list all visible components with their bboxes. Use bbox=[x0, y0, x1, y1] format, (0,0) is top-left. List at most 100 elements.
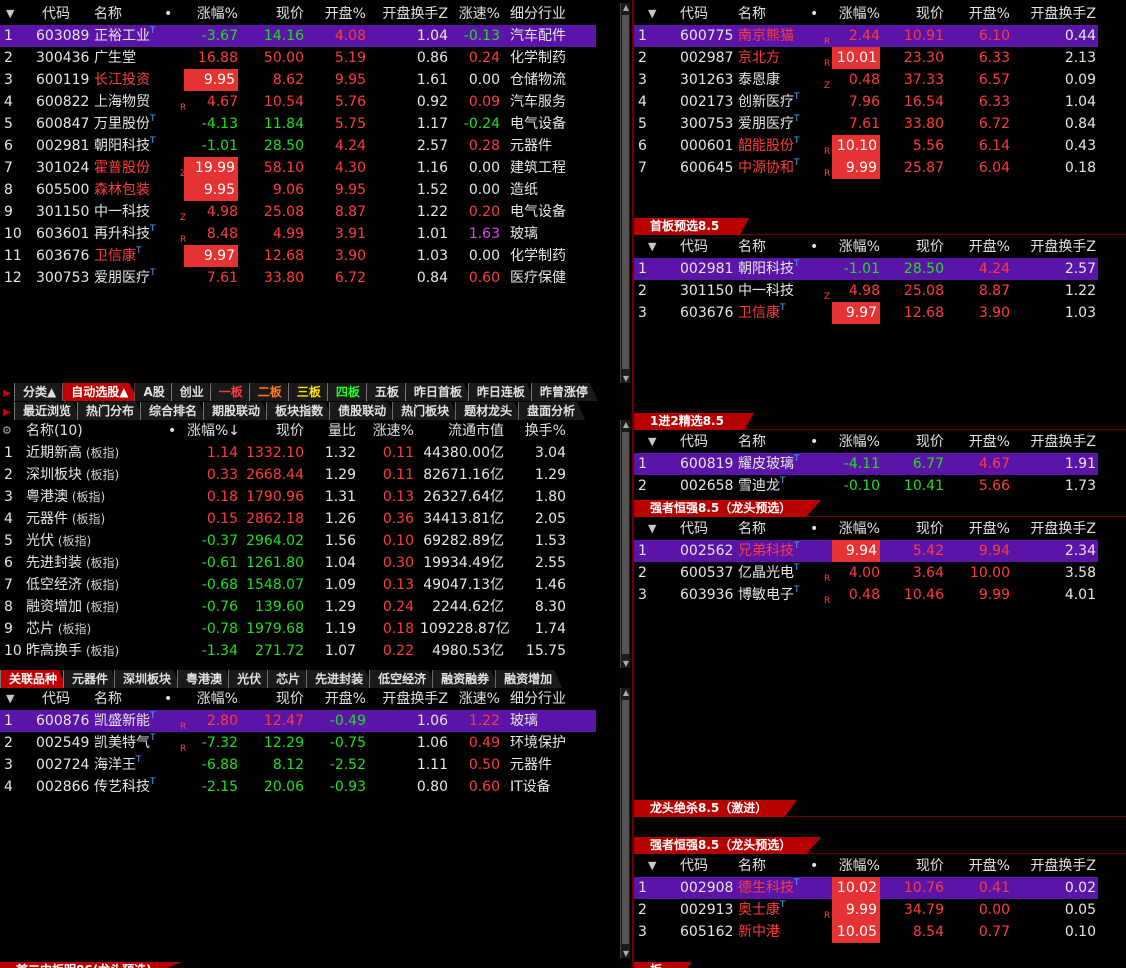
tab-7[interactable]: 低空经济 bbox=[369, 670, 437, 688]
scroll-up-arrow[interactable]: ▲ bbox=[621, 3, 631, 12]
table-row[interactable]: 8 605500 森林包装 9.95 9.06 9.95 1.52 0.00 造纸 bbox=[0, 179, 632, 201]
section-title[interactable]: 强者恒强8.5（龙头预选） bbox=[634, 500, 822, 517]
tab-1[interactable]: 自动选股▲ bbox=[62, 383, 139, 401]
table-row[interactable]: 6 002981 朝阳科技T -1.01 28.50 4.24 2.57 0.28 元器件 bbox=[0, 135, 632, 157]
table-row[interactable]: 4 002173 创新医疗T 7.96 16.54 6.33 1.04 bbox=[634, 91, 1126, 113]
board-row[interactable]: 7 低空经济 (板指) -0.68 1548.07 1.09 0.13 49047.13亿 1… bbox=[0, 574, 632, 596]
table-row[interactable]: 1 002981 朝阳科技T -1.01 28.50 4.24 2.57 bbox=[634, 258, 1098, 280]
tab-0[interactable]: 关联品种 bbox=[0, 670, 68, 688]
scroll-thumb[interactable] bbox=[622, 700, 629, 944]
tab-4[interactable]: 光伏 bbox=[228, 670, 272, 688]
tab-5[interactable]: 二板 bbox=[248, 383, 292, 401]
table-row[interactable]: 2 002549 凯美特气T R -7.32 12.29 -0.75 1.06 0.49 环境保护 bbox=[0, 732, 632, 754]
scroll-up-arrow[interactable]: ▲ bbox=[621, 688, 631, 697]
table-row[interactable]: 3 301263 泰恩康 Z 0.48 37.33 6.57 0.09 bbox=[634, 69, 1126, 91]
tab-2[interactable]: 综合排名 bbox=[140, 402, 208, 420]
tab-9[interactable]: 融资增加 bbox=[495, 670, 563, 688]
table-row[interactable]: 2 600537 亿晶光电T R 4.00 3.64 10.00 3.58 bbox=[634, 562, 1126, 584]
table-row[interactable]: 2 300436 广生堂 16.88 50.00 5.19 0.86 0.24 化学制药 bbox=[0, 47, 632, 69]
tab-0[interactable]: 最近浏览 bbox=[14, 402, 82, 420]
board-row[interactable]: 5 光伏 (板指) -0.37 2964.02 1.56 0.10 69282.89亿 1.5… bbox=[0, 530, 632, 552]
table-row[interactable]: 5 300753 爱朋医疗T 7.61 33.80 6.72 0.84 bbox=[634, 113, 1126, 135]
table-row[interactable]: 7 600645 中源协和T R 9.99 25.87 6.04 0.18 bbox=[634, 157, 1126, 179]
table-row[interactable]: 10 603601 再升科技T R 8.48 4.99 3.91 1.01 1.63 玻璃 bbox=[0, 223, 632, 245]
table-row[interactable]: 12 300753 爱朋医疗T 7.61 33.80 6.72 0.84 0.60 医疗保健 bbox=[0, 267, 632, 289]
board-row[interactable]: 3 粤港澳 (板指) 0.18 1790.96 1.31 0.13 26327.64亿 1.8… bbox=[0, 486, 632, 508]
tab-3[interactable]: 粤港澳 bbox=[177, 670, 233, 688]
tab-4[interactable]: 一板 bbox=[209, 383, 253, 401]
table-row[interactable]: 3 002724 海洋王T -6.88 8.12 -2.52 1.11 0.50 元器件 bbox=[0, 754, 632, 776]
board-row[interactable]: 6 先进封装 (板指) -0.61 1261.80 1.04 0.30 19934.49亿 2… bbox=[0, 552, 632, 574]
sort-triangle-icon[interactable]: ▼ bbox=[6, 3, 14, 25]
tab-3[interactable]: 创业 bbox=[170, 383, 214, 401]
related-scrollbar[interactable]: ▲ ▼ bbox=[620, 688, 630, 958]
tab-8[interactable]: 融资融券 bbox=[432, 670, 500, 688]
tab-10[interactable]: 昨日连板 bbox=[467, 383, 535, 401]
section-title[interactable]: 强者恒强8.5（龙头预选） bbox=[634, 837, 822, 854]
tab-6[interactable]: 先进封装 bbox=[306, 670, 374, 688]
scroll-up-arrow[interactable]: ▲ bbox=[621, 420, 631, 429]
table-row[interactable]: 2 002658 雪迪龙T -0.10 10.41 5.66 1.73 bbox=[634, 475, 1126, 497]
sort-triangle-icon[interactable]: ▼ bbox=[648, 431, 656, 453]
table-row[interactable]: 3 605162 新中港 10.05 8.54 0.77 0.10 bbox=[634, 921, 1126, 943]
tab-1[interactable]: 元器件 bbox=[63, 670, 119, 688]
tab-2[interactable]: A股 bbox=[134, 383, 175, 401]
tab-1[interactable]: 热门分布 bbox=[77, 402, 145, 420]
tab-4[interactable]: 板块指数 bbox=[266, 402, 334, 420]
table-row[interactable]: 6 000601 韶能股份T R 10.10 5.56 6.14 0.43 bbox=[634, 135, 1126, 157]
table-row[interactable]: 3 600119 长江投资 9.95 8.62 9.95 1.61 0.00 仓储物流 bbox=[0, 69, 632, 91]
tab-bar-secondary-play-icon[interactable]: ▶ bbox=[0, 404, 14, 420]
tab-5[interactable]: 债股联动 bbox=[329, 402, 397, 420]
tab-2[interactable]: 深圳板块 bbox=[114, 670, 182, 688]
board-row[interactable]: 9 芯片 (板指) -0.78 1979.68 1.19 0.18 109228.87亿 1.… bbox=[0, 618, 632, 640]
section-title[interactable]: 首板预选8.5 bbox=[634, 218, 750, 235]
table-row[interactable]: 3 603936 博敏电子T R 0.48 10.46 9.99 4.01 bbox=[634, 584, 1126, 606]
table-row[interactable]: 11 603676 卫信康T 9.97 12.68 3.90 1.03 0.00 化学制药 bbox=[0, 245, 632, 267]
table-row[interactable]: 9 301150 中一科技 Z 4.98 25.08 8.87 1.22 0.20 电气设备 bbox=[0, 201, 632, 223]
bottom-left-section-label[interactable]: 首二中板明86(龙头预选) bbox=[0, 962, 182, 968]
tab-0[interactable]: 分类▲ bbox=[14, 383, 67, 401]
board-row[interactable]: 10 昨高换手 (板指) -1.34 271.72 1.07 0.22 4980.53亿 15… bbox=[0, 640, 632, 662]
table-row[interactable]: 5 600847 万里股份T -4.13 11.84 5.75 1.17 -0.24 电气设备 bbox=[0, 113, 632, 135]
tab-8[interactable]: 盘面分析 bbox=[518, 402, 586, 420]
tab-11[interactable]: 昨曾涨停 bbox=[530, 383, 598, 401]
board-row[interactable]: 2 深圳板块 (板指) 0.33 2668.44 1.29 0.11 82671.16亿 1.… bbox=[0, 464, 632, 486]
board-row[interactable]: 1 近期新高 (板指) 1.14 1332.10 1.32 0.11 44380.00亿 3.… bbox=[0, 442, 632, 464]
section-title[interactable]: 1进2精选8.5 bbox=[634, 413, 754, 430]
table-row[interactable]: 4 002866 传艺科技T -2.15 20.06 -0.93 0.80 0.60 IT设备 bbox=[0, 776, 632, 798]
table-row[interactable]: 1 603089 正裕工业T -3.67 14.16 4.08 1.04 -0.13 汽车配件 bbox=[0, 25, 596, 47]
table-row[interactable]: 2 002913 奥士康T R 9.99 34.79 0.00 0.05 bbox=[634, 899, 1126, 921]
table-row[interactable]: 1 002908 德生科技T 10.02 10.76 0.41 0.02 bbox=[634, 877, 1098, 899]
sort-triangle-icon[interactable]: ▼ bbox=[648, 518, 656, 540]
tab-bar-primary-play-icon[interactable]: ▶ bbox=[0, 385, 14, 401]
table-row[interactable]: 3 603676 卫信康T 9.97 12.68 3.90 1.03 bbox=[634, 302, 1126, 324]
board-row[interactable]: 8 融资增加 (板指) -0.76 139.60 1.29 0.24 2244.62亿 8.3… bbox=[0, 596, 632, 618]
table-row[interactable]: 2 002987 京北方 R 10.01 23.30 6.33 2.13 bbox=[634, 47, 1126, 69]
sort-triangle-icon[interactable]: ▼ bbox=[648, 3, 656, 25]
tab-7[interactable]: 题材龙头 bbox=[455, 402, 523, 420]
sort-triangle-icon[interactable]: ▼ bbox=[6, 688, 14, 710]
tab-3[interactable]: 期股联动 bbox=[203, 402, 271, 420]
scroll-thumb[interactable] bbox=[622, 15, 629, 369]
scroll-down-arrow[interactable]: ▼ bbox=[621, 374, 631, 383]
board-scrollbar[interactable]: ▲ ▼ bbox=[620, 420, 630, 668]
bottom-right-section-label[interactable]: 板 bbox=[634, 962, 693, 968]
section-title[interactable]: 龙头绝杀8.5（激进） bbox=[634, 800, 798, 817]
settings-gear-icon[interactable]: ⚙ bbox=[2, 420, 12, 442]
table-row[interactable]: 1 600775 南京熊猫 R 2.44 10.91 6.10 0.44 bbox=[634, 25, 1098, 47]
main-scrollbar[interactable]: ▲ ▼ bbox=[620, 3, 630, 383]
board-row[interactable]: 4 元器件 (板指) 0.15 2862.18 1.26 0.36 34413.81亿 2.0… bbox=[0, 508, 632, 530]
tab-5[interactable]: 芯片 bbox=[267, 670, 311, 688]
table-row[interactable]: 1 600876 凯盛新能T R 2.80 12.47 -0.49 1.06 1.22 玻璃 bbox=[0, 710, 596, 732]
scroll-down-arrow[interactable]: ▼ bbox=[621, 659, 631, 668]
sort-triangle-icon[interactable]: ▼ bbox=[648, 236, 656, 258]
table-row[interactable]: 2 301150 中一科技 Z 4.98 25.08 8.87 1.22 bbox=[634, 280, 1126, 302]
table-row[interactable]: 4 600822 上海物贸 R 4.67 10.54 5.76 0.92 0.09 汽车服务 bbox=[0, 91, 632, 113]
scroll-thumb[interactable] bbox=[622, 432, 629, 654]
tab-7[interactable]: 四板 bbox=[326, 383, 370, 401]
table-row[interactable]: 1 002562 兄弟科技T 9.94 5.42 9.94 2.34 bbox=[634, 540, 1098, 562]
tab-9[interactable]: 昨日首板 bbox=[404, 383, 472, 401]
scroll-down-arrow[interactable]: ▼ bbox=[621, 949, 631, 958]
tab-8[interactable]: 五板 bbox=[365, 383, 409, 401]
tab-6[interactable]: 三板 bbox=[287, 383, 331, 401]
